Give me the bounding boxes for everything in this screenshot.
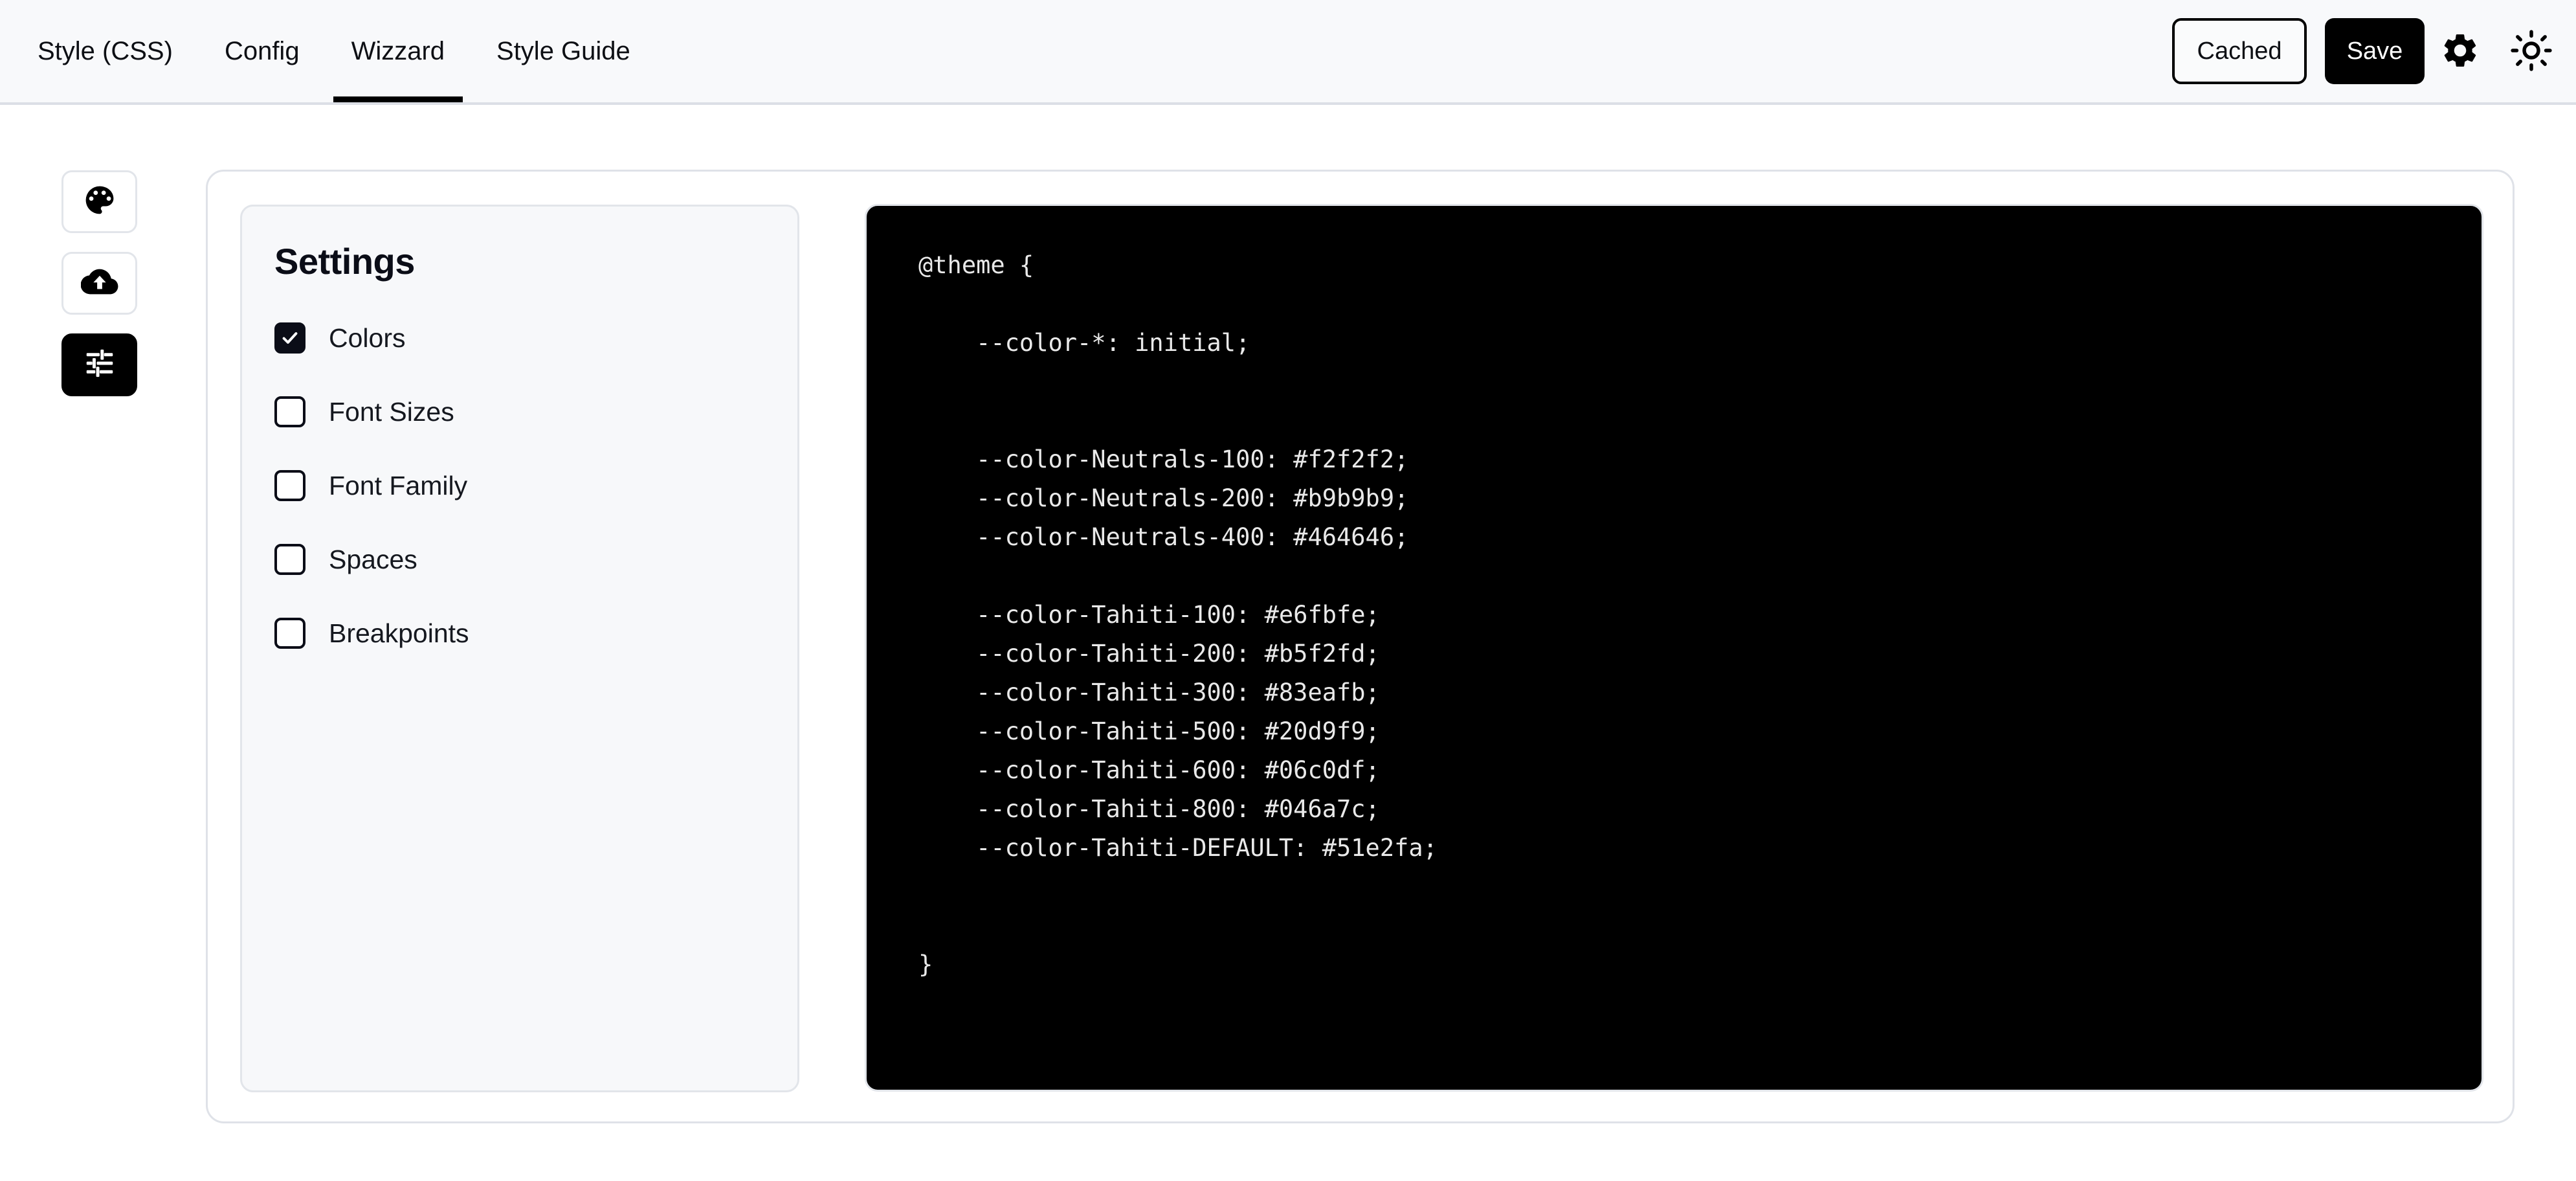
cached-button[interactable]: Cached <box>2172 18 2307 84</box>
setting-option-label: Colors <box>329 322 406 353</box>
setting-option-font-family[interactable]: Font Family <box>274 466 797 505</box>
palette-icon <box>82 183 117 221</box>
settings-title: Settings <box>274 241 415 282</box>
theme-toggle-button[interactable] <box>2496 16 2567 87</box>
checkbox-spaces[interactable] <box>274 544 305 575</box>
cloud-upload-icon <box>80 263 118 304</box>
settings-panel: Settings Colors Font Sizes Font Family S… <box>240 205 799 1092</box>
checkbox-breakpoints[interactable] <box>274 618 305 649</box>
save-button-label: Save <box>2346 37 2403 65</box>
setting-option-spaces[interactable]: Spaces <box>274 540 797 579</box>
tab-label: Wizzard <box>351 36 445 65</box>
header-actions: Cached Save <box>2172 0 2576 102</box>
sun-icon <box>2510 29 2553 74</box>
setting-option-label: Font Sizes <box>329 396 454 427</box>
checkbox-colors[interactable] <box>274 322 305 354</box>
tab-bar: Style (CSS) Config Wizzard Style Guide <box>0 0 656 102</box>
wizzard-main-card: Settings Colors Font Sizes Font Family S… <box>206 170 2515 1123</box>
theme-code-text: @theme { --color-*: initial; --color-Neu… <box>918 251 1438 978</box>
top-header-bar: Style (CSS) Config Wizzard Style Guide C… <box>0 0 2576 105</box>
rail-button-palette[interactable] <box>61 170 137 233</box>
cached-button-label: Cached <box>2197 37 2282 65</box>
setting-option-label: Breakpoints <box>329 618 469 648</box>
checkbox-font-family[interactable] <box>274 470 305 501</box>
left-tool-rail <box>61 170 137 396</box>
setting-option-breakpoints[interactable]: Breakpoints <box>274 614 797 653</box>
setting-option-label: Spaces <box>329 544 417 574</box>
gear-icon <box>2440 30 2480 73</box>
checkbox-font-sizes[interactable] <box>274 396 305 427</box>
rail-button-upload[interactable] <box>61 252 137 315</box>
tab-wizzard[interactable]: Wizzard <box>326 0 471 102</box>
setting-option-label: Font Family <box>329 470 468 501</box>
tab-style-css[interactable]: Style (CSS) <box>12 0 199 102</box>
tune-sliders-icon <box>82 346 117 384</box>
settings-gear-button[interactable] <box>2425 16 2496 87</box>
tab-label: Style Guide <box>496 36 630 65</box>
setting-option-font-sizes[interactable]: Font Sizes <box>274 392 797 431</box>
theme-code-preview[interactable]: @theme { --color-*: initial; --color-Neu… <box>865 204 2483 1092</box>
tab-label: Config <box>224 36 300 65</box>
tab-style-guide[interactable]: Style Guide <box>471 0 656 102</box>
tab-config[interactable]: Config <box>199 0 326 102</box>
setting-option-colors[interactable]: Colors <box>274 319 797 357</box>
tab-label: Style (CSS) <box>38 36 173 65</box>
rail-button-tune[interactable] <box>61 333 137 396</box>
save-button[interactable]: Save <box>2325 18 2425 84</box>
